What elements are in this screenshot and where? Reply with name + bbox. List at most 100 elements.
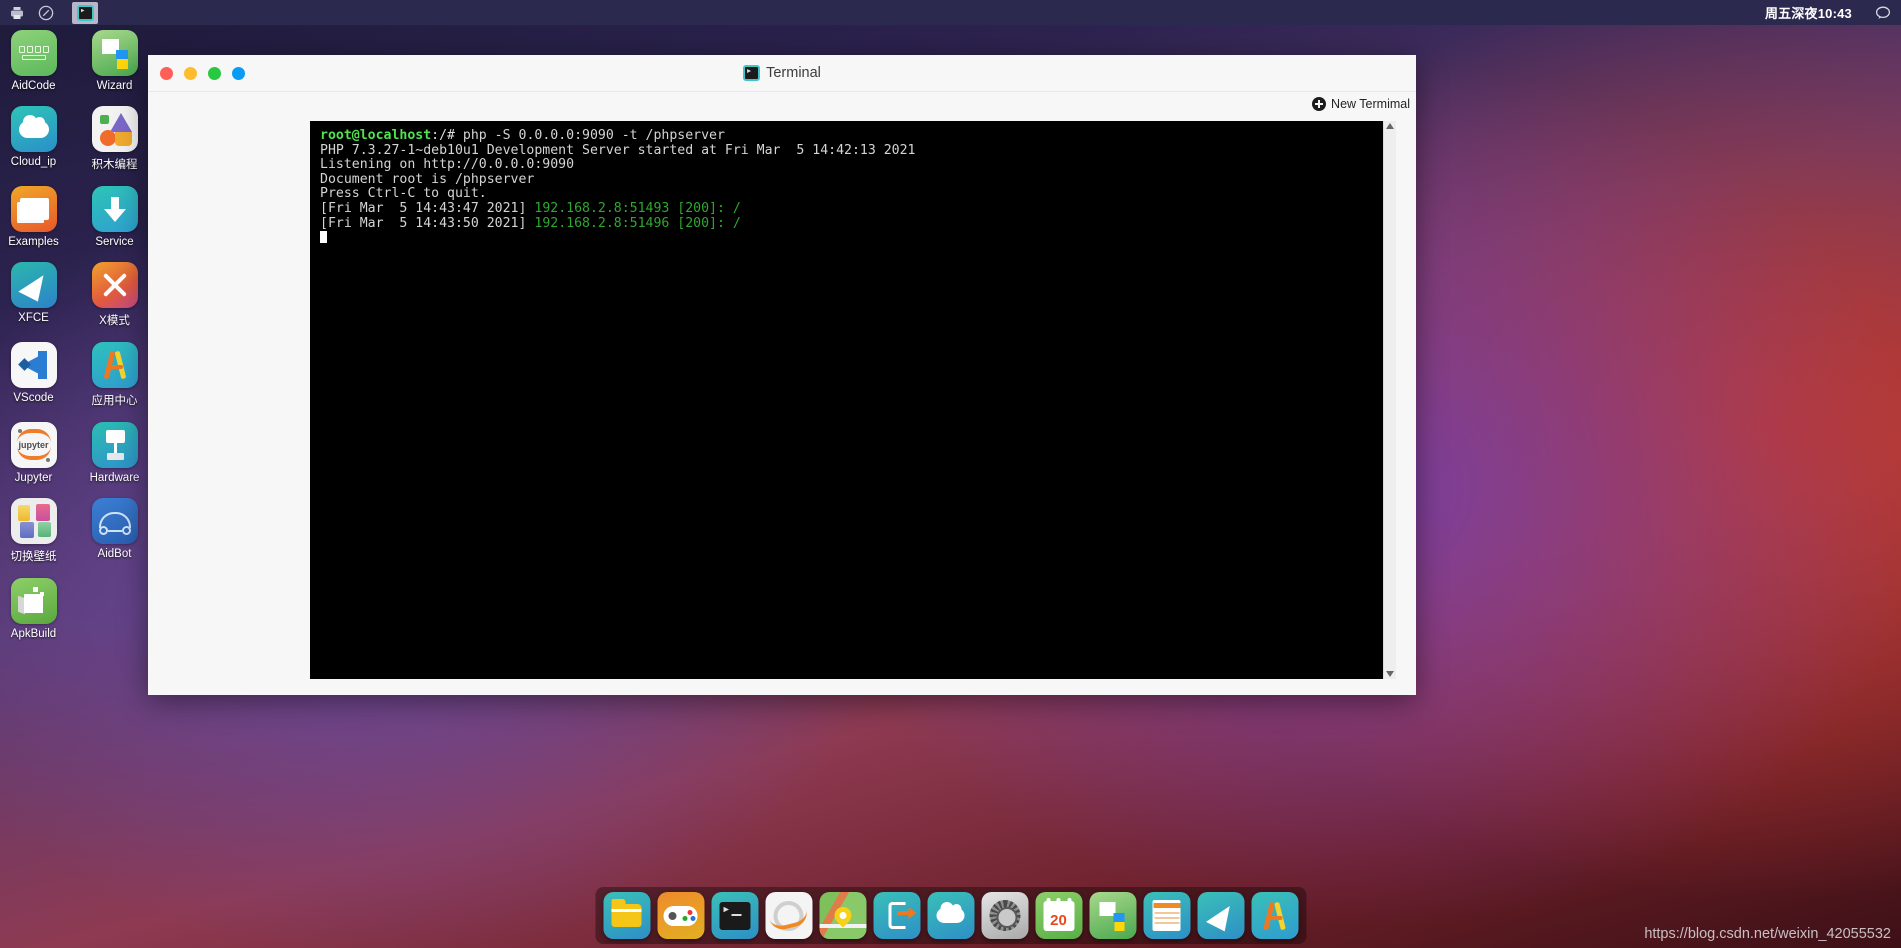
terminal-command: php -S 0.0.0.0:9090 -t /phpserver (462, 128, 725, 143)
aidbot-icon (91, 498, 138, 544)
dock-files[interactable] (603, 892, 650, 939)
minimize-button[interactable] (184, 66, 197, 80)
dock-browser[interactable] (765, 892, 812, 939)
terminal-line: Listening on http://0.0.0.0:9090 (320, 157, 575, 173)
maximize-button[interactable] (208, 66, 221, 80)
dock-maps[interactable] (819, 892, 866, 939)
top-panel-left (0, 0, 98, 25)
terminal-toolbar: New Termimal (148, 92, 1416, 121)
terminal-log-detail: 192.168.2.8:51496 [200]: / (534, 215, 741, 231)
desktop-icon-label: Wizard (96, 80, 133, 92)
top-panel-right: 周五深夜10:43 (1765, 0, 1901, 25)
dock-appcenter[interactable] (1251, 892, 1298, 939)
desktop-icon-hardware[interactable]: Hardware (81, 422, 148, 484)
terminal-line: Document root is /phpserver (320, 171, 535, 187)
terminal-line: PHP 7.3.27-1~deb10u1 Development Server … (320, 142, 916, 158)
dock-cloud[interactable] (927, 892, 974, 939)
desktop-icon-jupyter[interactable]: jupyter Jupyter (0, 422, 67, 484)
desktop-icon-label: Examples (8, 236, 59, 248)
dock: 20 (595, 887, 1306, 944)
desktop-icon-label: Service (95, 236, 134, 248)
desktop-icon-apkbuild[interactable]: ApkBuild (0, 578, 67, 640)
dock-notes[interactable] (1143, 892, 1190, 939)
calendar-icon: 20 (1043, 897, 1074, 931)
terminal-line: [Fri Mar 5 14:43:47 2021] 192.168.2.8:51… (320, 200, 1373, 217)
terminal-scrollbar[interactable] (1383, 121, 1396, 679)
desktop-icon-xfce[interactable]: XFCE (0, 262, 67, 328)
window-title-group: Terminal (148, 55, 1416, 91)
download-icon (91, 186, 138, 232)
dock-export[interactable] (873, 892, 920, 939)
desktop-icon-label: 积木编程 (91, 159, 138, 171)
new-terminal-button[interactable]: New Termimal (1308, 95, 1414, 113)
wizard-icon (91, 30, 138, 76)
terminal-icon (743, 65, 761, 81)
xfce-icon (1205, 899, 1236, 932)
terminal-icon (76, 4, 94, 21)
dock-wizard[interactable] (1089, 892, 1136, 939)
plus-icon (1312, 97, 1327, 111)
desktop-icon-aidcode[interactable]: AidCode (0, 30, 67, 92)
desktop-icon-label: X模式 (99, 315, 130, 327)
desktop-icon-vscode[interactable]: VScode (0, 342, 67, 408)
desktop-icon-aidbot[interactable]: AidBot (81, 498, 148, 564)
cloud-icon (936, 902, 965, 923)
desktop-icon-label: Jupyter (14, 472, 53, 484)
desktop-icon-xmode[interactable]: X模式 (81, 262, 148, 328)
jupyter-icon: jupyter (10, 422, 57, 468)
chat-icon[interactable] (1870, 0, 1895, 25)
desktop-icon-service[interactable]: Service (81, 186, 148, 248)
terminal-log-timestamp: [Fri Mar 5 14:43:50 2021] (320, 215, 535, 231)
desktop-icon-wizard[interactable]: Wizard (81, 30, 148, 92)
terminal-cursor-line (320, 231, 1373, 246)
close-button[interactable] (160, 66, 173, 80)
hardware-icon (91, 422, 138, 468)
desktop-icon-switch-wallpaper[interactable]: 切换壁纸 (0, 498, 67, 564)
xmode-icon (91, 262, 138, 308)
desktop-icon-examples[interactable]: Examples (0, 186, 67, 248)
desktop-icon-label: 应用中心 (91, 395, 138, 407)
apkbuild-icon (10, 578, 57, 624)
xfce-icon (10, 262, 57, 308)
window-controls (148, 66, 245, 80)
terminal-body: root@localhost:/# php -S 0.0.0.0:9090 -t… (148, 121, 1416, 695)
terminal-cursor (320, 231, 327, 244)
desktop-icon-label: XFCE (18, 312, 49, 324)
new-terminal-label: New Termimal (1331, 97, 1410, 111)
dock-settings[interactable] (981, 892, 1028, 939)
terminal-output: root@localhost:/# php -S 0.0.0.0:9090 -t… (320, 128, 1373, 246)
clock[interactable]: 周五深夜10:43 (1765, 3, 1866, 22)
terminal-line: root@localhost:/# php -S 0.0.0.0:9090 -t… (320, 128, 1373, 144)
appcenter-icon (91, 342, 138, 388)
printer-icon[interactable] (4, 0, 29, 25)
terminal-screen[interactable]: root@localhost:/# php -S 0.0.0.0:9090 -t… (310, 121, 1383, 679)
desktop-icon-app-center[interactable]: 应用中心 (81, 342, 148, 408)
terminal-line: Press Ctrl-C to quit. (320, 186, 487, 202)
desktop-icon-cloud-ip[interactable]: Cloud_ip (0, 106, 67, 172)
examples-icon (10, 186, 57, 232)
cloud-icon (10, 106, 57, 152)
dock-calendar[interactable]: 20 (1035, 892, 1082, 939)
terminal-log-detail: 192.168.2.8:51493 [200]: / (534, 200, 741, 216)
desktop-icon-label: 切换壁纸 (10, 551, 57, 563)
dock-games[interactable] (657, 892, 704, 939)
top-panel: 周五深夜10:43 (0, 0, 1901, 25)
desktop-icon-block-programming[interactable]: 积木编程 (81, 106, 148, 172)
compass-icon[interactable] (33, 0, 58, 25)
export-icon (888, 902, 905, 929)
terminal-line: [Fri Mar 5 14:43:50 2021] 192.168.2.8:51… (320, 215, 1373, 232)
terminal-task-button[interactable] (72, 1, 98, 24)
wallpaper-icon (10, 498, 57, 544)
scroll-down-arrow[interactable] (1386, 671, 1394, 677)
window-titlebar[interactable]: Terminal (148, 55, 1416, 92)
scroll-up-arrow[interactable] (1386, 123, 1394, 129)
terminal-window: Terminal New Termimal root@localhost:/# … (148, 55, 1416, 695)
dock-xfce[interactable] (1197, 892, 1244, 939)
calendar-day: 20 (1050, 911, 1067, 929)
window-title: Terminal (766, 65, 821, 81)
extra-button[interactable] (232, 66, 245, 80)
gear-icon (989, 900, 1020, 931)
vscode-icon (10, 342, 57, 388)
dock-terminal[interactable] (711, 892, 758, 939)
terminal-icon (719, 901, 750, 930)
